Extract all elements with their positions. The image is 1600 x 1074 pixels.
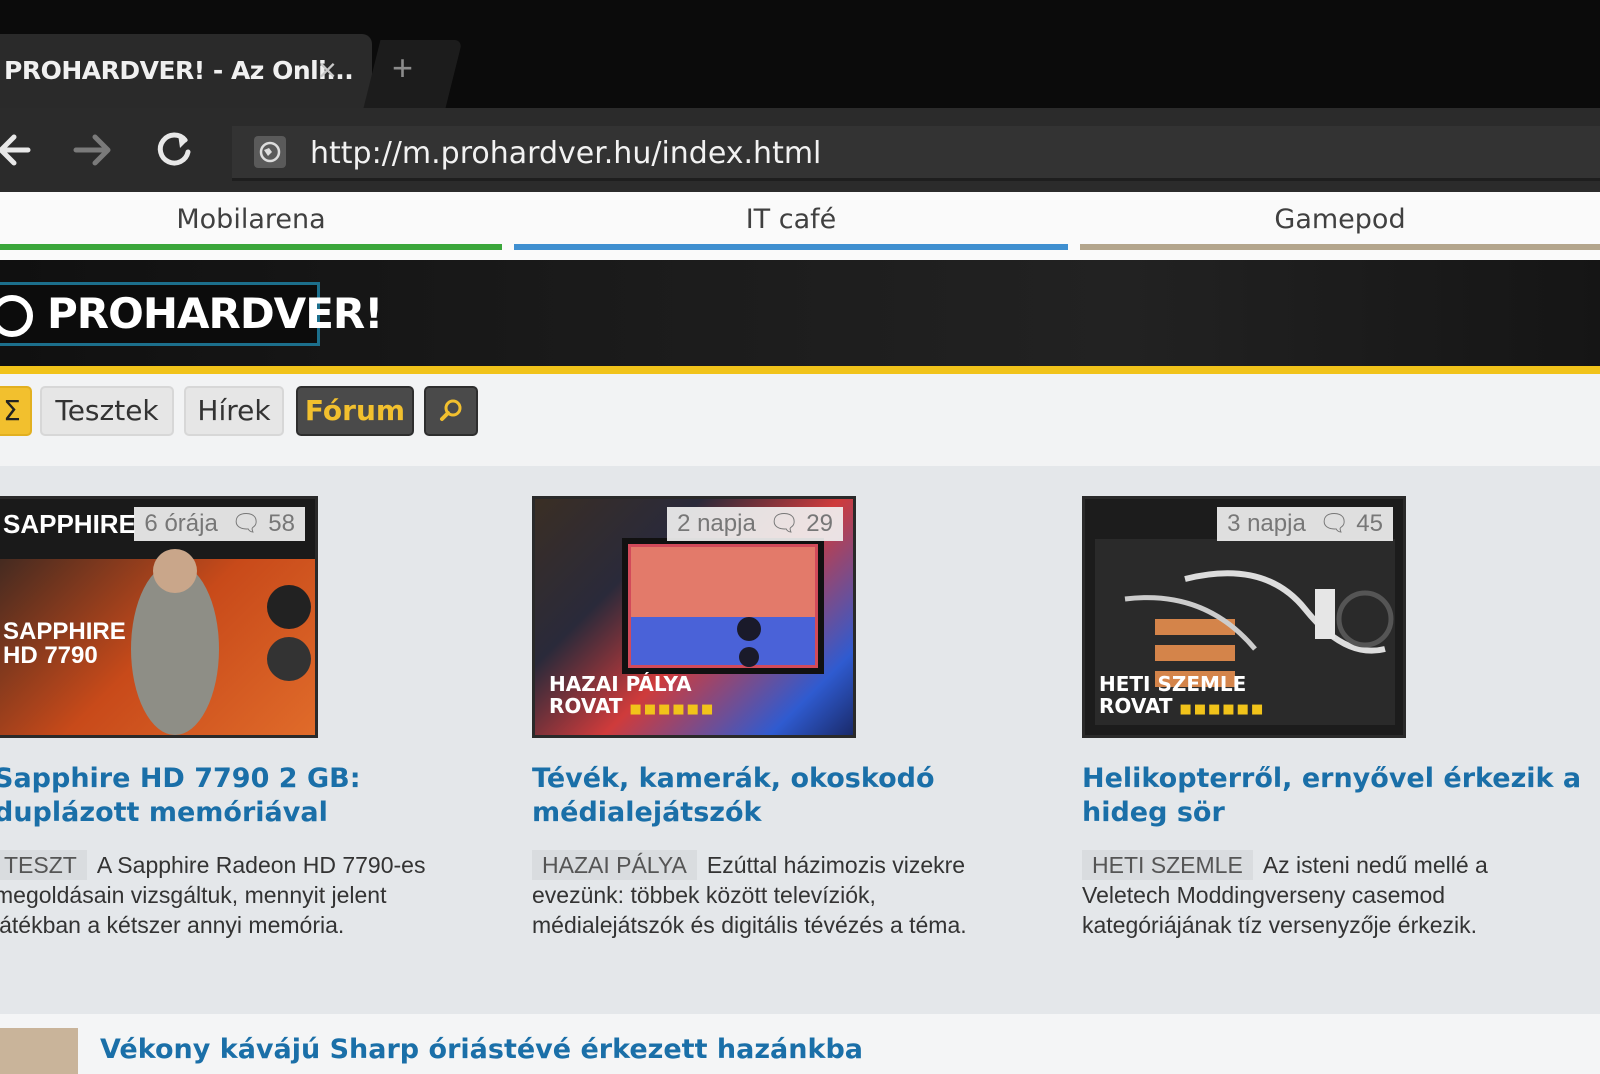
sister-underline [1080, 244, 1600, 250]
article-tag[interactable]: HETI SZEMLE [1082, 850, 1253, 880]
back-icon[interactable] [0, 128, 44, 172]
article-description: HAZAI PÁLYA Ezúttal házimozis vizekre eve… [532, 850, 1012, 940]
age-comments-badge: 2 napja 🗨 29 [667, 507, 843, 541]
sigma-menu-button[interactable]: Σ [0, 386, 32, 436]
article-grid: SAPPHIRE SAPPHIRE HD 7790 6 órája 🗨 58 S… [0, 466, 1600, 1074]
svg-text:SAPPHIRE: SAPPHIRE [3, 509, 136, 539]
svg-text:SAPPHIRE: SAPPHIRE [3, 618, 126, 645]
article-description: HETI SZEMLE Az isteni nedű mellé a Velete… [1082, 850, 1582, 940]
tab-strip: PROHARDVER! - Az Onli... × + [0, 0, 1600, 108]
search-button[interactable] [424, 386, 478, 436]
forum-button[interactable]: Fórum [296, 386, 414, 436]
news-button[interactable]: Hírek [184, 386, 284, 436]
list-thumbnail[interactable] [0, 1028, 78, 1074]
rovat-overlay: HETI SZEMLE ROVAT ■■■■■■ [1099, 673, 1265, 721]
comment-count: 45 [1356, 510, 1383, 537]
reload-icon[interactable] [150, 128, 200, 172]
article-age: 3 napja [1227, 510, 1306, 537]
overlay-subtitle: ROVAT ■■■■■■ [549, 694, 716, 718]
tab-title: PROHARDVER! - Az Onli... [4, 56, 354, 85]
page: Mobilarena IT café Gamepod PROHARDVER! Σ… [0, 192, 1600, 1074]
sister-link-itcafe[interactable]: IT café [514, 192, 1068, 256]
article-tag[interactable]: TESZT [0, 850, 87, 880]
age-comments-badge: 6 órája 🗨 58 [134, 507, 305, 541]
close-icon[interactable]: × [318, 54, 337, 86]
age-comments-badge: 3 napja 🗨 45 [1217, 507, 1393, 541]
article-thumbnail[interactable]: 2 napja 🗨 29 HAZAI PÁLYA ROVAT ■■■■■■ [532, 496, 856, 738]
article-title[interactable]: Sapphire HD 7790 2 GB: duplázott memóriá… [0, 762, 464, 830]
sister-sites-nav: Mobilarena IT café Gamepod [0, 192, 1600, 260]
article-thumbnail[interactable]: SAPPHIRE SAPPHIRE HD 7790 6 órája 🗨 58 [0, 496, 318, 738]
overlay-title: HAZAI PÁLYA [549, 672, 692, 696]
address-bar[interactable]: http://m.prohardver.hu/index.html [232, 126, 1600, 181]
sister-underline [0, 244, 502, 250]
article-description: TESZT A Sapphire Radeon HD 7790-es megold… [0, 850, 454, 940]
svg-text:HD 7790: HD 7790 [3, 642, 98, 669]
sister-label: Gamepod [1274, 204, 1406, 235]
plus-icon[interactable]: + [392, 50, 413, 86]
main-menu: Σ Tesztek Hírek Fórum [0, 374, 1600, 466]
article-title[interactable]: Helikopterről, ernyővel érkezik a hideg … [1082, 762, 1592, 830]
sister-label: Mobilarena [176, 204, 326, 235]
comment-count: 29 [806, 510, 833, 537]
overlay-subtitle: ROVAT ■■■■■■ [1099, 694, 1266, 718]
url-text[interactable]: http://m.prohardver.hu/index.html [310, 136, 821, 171]
prohardver-logo[interactable]: PROHARDVER! [0, 282, 383, 346]
comment-count: 58 [268, 510, 295, 537]
article-tag[interactable]: HAZAI PÁLYA [532, 850, 697, 880]
logo-text: PROHARDVER! [47, 289, 383, 338]
sister-underline [514, 244, 1068, 250]
article-title[interactable]: Tévék, kamerák, okoskodó médialejátszók [532, 762, 1002, 830]
browser-toolbar: http://m.prohardver.hu/index.html [0, 108, 1600, 192]
list-item[interactable]: Vékony kávájú Sharp óriástévé érkezett h… [0, 1014, 1600, 1074]
logo-ring-icon [0, 295, 33, 337]
forward-icon[interactable] [68, 128, 118, 172]
rovat-overlay: HAZAI PÁLYA ROVAT ■■■■■■ [549, 673, 715, 721]
comment-icon: 🗨 [231, 510, 262, 537]
sister-label: IT café [745, 204, 837, 235]
comment-icon: 🗨 [769, 510, 800, 537]
overlay-title: HETI SZEMLE [1099, 672, 1247, 696]
article-age: 2 napja [677, 510, 756, 537]
search-icon [440, 399, 462, 421]
sister-link-gamepod[interactable]: Gamepod [1080, 192, 1600, 256]
article-thumbnail[interactable]: 3 napja 🗨 45 HETI SZEMLE ROVAT ■■■■■■ [1082, 496, 1406, 738]
sister-link-mobilarena[interactable]: Mobilarena [0, 192, 502, 256]
tests-button[interactable]: Tesztek [40, 386, 174, 436]
browser-tab[interactable]: PROHARDVER! - Az Onli... × [0, 34, 372, 108]
comment-icon: 🗨 [1319, 510, 1350, 537]
site-globe-icon [254, 136, 286, 168]
article-age: 6 órája [144, 510, 218, 537]
site-header: PROHARDVER! [0, 260, 1600, 366]
header-divider [0, 366, 1600, 374]
list-item-title[interactable]: Vékony kávájú Sharp óriástévé érkezett h… [100, 1034, 863, 1065]
